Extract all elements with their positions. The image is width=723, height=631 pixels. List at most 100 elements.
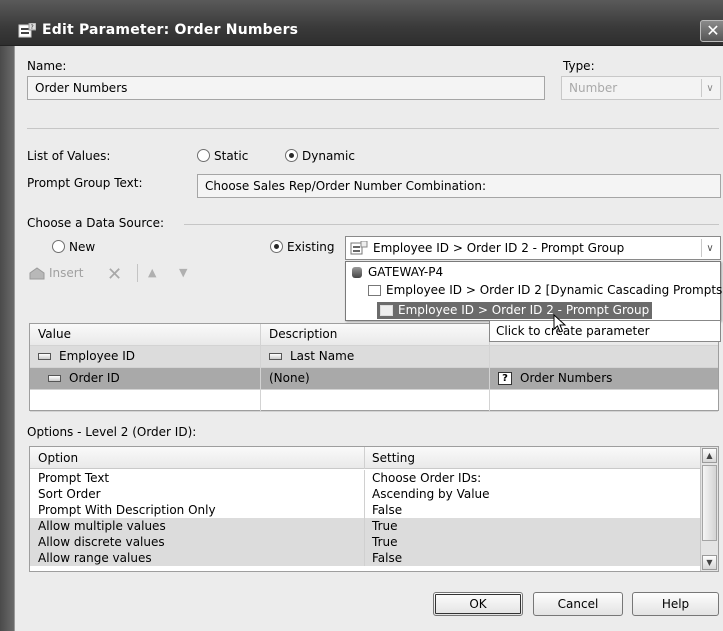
dynamic-radio-label: Dynamic: [302, 149, 355, 163]
dynamic-radio[interactable]: [285, 149, 298, 162]
type-select: Number ∨: [561, 76, 721, 100]
column-header-description[interactable]: Description: [261, 324, 490, 346]
option-setting[interactable]: Choose Order IDs:: [372, 470, 481, 486]
option-row[interactable]: Allow discrete values True: [30, 534, 700, 550]
prompts-item-label: Employee ID > Order ID 2 [Dynamic Cascad…: [386, 283, 723, 297]
parameter-icon: ?: [18, 23, 36, 38]
insert-button[interactable]: Insert: [29, 266, 83, 280]
cancel-button[interactable]: Cancel: [533, 592, 623, 616]
prompt-group-icon: [380, 305, 393, 316]
option-row[interactable]: Allow multiple values True: [30, 518, 700, 534]
prompt-group-item-label: Employee ID > Order ID 2 - Prompt Group: [398, 303, 650, 317]
static-radio[interactable]: [197, 149, 210, 162]
field-icon: [269, 353, 282, 360]
table-row[interactable]: [30, 390, 718, 412]
chevron-down-icon: ∨: [701, 79, 718, 97]
cell-text: Last Name: [290, 349, 355, 363]
prompt-group-icon: [350, 241, 368, 255]
prompt-group-field[interactable]: Choose Sales Rep/Order Number Combinatio…: [197, 174, 721, 198]
divider: [364, 447, 365, 469]
move-down-icon[interactable]: ▼: [179, 266, 187, 279]
window-frame: [0, 46, 14, 631]
grid-cell-value: Order ID: [30, 368, 261, 390]
cell-text: Employee ID: [59, 349, 136, 363]
grid-cell-description: [261, 390, 490, 412]
options-header-row: Option Setting: [30, 447, 700, 469]
scroll-down-icon[interactable]: ▼: [702, 555, 717, 570]
option-setting[interactable]: True: [372, 534, 398, 550]
options-scrollbar[interactable]: ▲ ▼: [700, 447, 718, 571]
new-radio[interactable]: [52, 240, 65, 253]
options-label: Options - Level 2 (Order ID):: [27, 425, 197, 439]
ok-button[interactable]: OK: [433, 592, 523, 616]
divider: [364, 550, 365, 566]
divider: [137, 264, 138, 282]
column-header-setting[interactable]: Setting: [372, 447, 415, 469]
name-label: Name:: [27, 59, 67, 73]
insert-label: Insert: [49, 266, 84, 280]
divider: [364, 518, 365, 534]
option-setting[interactable]: False: [372, 550, 402, 566]
option-name: Allow discrete values: [38, 535, 165, 549]
scroll-thumb[interactable]: [702, 465, 717, 541]
prompt-group-label: Prompt Group Text:: [27, 176, 143, 190]
name-field[interactable]: Order Numbers: [27, 76, 545, 100]
grid-cell-description: (None): [261, 368, 490, 390]
option-name: Allow range values: [38, 551, 152, 565]
title-bar: ? Edit Parameter: Order Numbers ✕: [0, 0, 723, 46]
data-source-value: Employee ID > Order ID 2 - Prompt Group: [373, 241, 625, 255]
column-header-value[interactable]: Value: [30, 324, 261, 346]
prompt-set-icon: [368, 285, 381, 296]
delete-icon[interactable]: ✕: [107, 264, 122, 285]
parameter-icon: ?: [498, 372, 512, 385]
static-radio-label: Static: [214, 149, 249, 163]
option-setting[interactable]: True: [372, 518, 398, 534]
options-grid: Option Setting Prompt Text Choose Order I…: [29, 446, 719, 572]
option-setting[interactable]: Ascending by Value: [372, 486, 490, 502]
option-name: Prompt With Description Only: [38, 503, 216, 517]
server-name: GATEWAY-P4: [368, 265, 444, 279]
grid-cell-value: Employee ID: [30, 346, 261, 368]
data-source-dropdown-list: GATEWAY-P4 Employee ID > Order ID 2 [Dyn…: [345, 261, 723, 321]
field-icon: [48, 375, 61, 382]
data-source-select[interactable]: Employee ID > Order ID 2 - Prompt Group …: [345, 236, 721, 260]
table-row[interactable]: Employee ID Last Name: [30, 346, 718, 368]
grid-cell-description: Last Name: [261, 346, 490, 368]
window-title: Edit Parameter: Order Numbers: [42, 22, 299, 38]
move-up-icon[interactable]: ▲: [148, 266, 156, 279]
option-setting[interactable]: False: [372, 502, 402, 518]
scroll-up-icon[interactable]: ▲: [702, 448, 717, 463]
database-icon: [352, 267, 362, 278]
grid-cell-parameter[interactable]: [490, 346, 718, 368]
option-row[interactable]: Allow range values False: [30, 550, 700, 566]
divider: [27, 128, 719, 129]
data-source-label: Choose a Data Source:: [27, 216, 165, 230]
prompt-group-value: Choose Sales Rep/Order Number Combinatio…: [205, 179, 486, 193]
mouse-cursor-icon: [553, 314, 567, 333]
table-row[interactable]: Order ID (None) ? Order Numbers: [30, 368, 718, 390]
grid-cell-value: [30, 390, 261, 412]
column-header-option[interactable]: Option: [38, 447, 78, 469]
chevron-down-icon[interactable]: ∨: [701, 239, 718, 257]
field-icon: [38, 353, 51, 360]
cell-text: Order Numbers: [520, 371, 613, 385]
new-radio-label: New: [69, 240, 96, 254]
type-value: Number: [569, 81, 618, 95]
option-row[interactable]: Prompt With Description Only False: [30, 502, 700, 518]
close-button[interactable]: ✕: [700, 20, 723, 42]
svg-text:?: ?: [31, 24, 34, 31]
help-button[interactable]: Help: [632, 592, 719, 616]
option-row[interactable]: Prompt Text Choose Order IDs:: [30, 470, 700, 486]
grid-cell-parameter[interactable]: ? Order Numbers: [490, 368, 718, 390]
prompts-item[interactable]: Employee ID > Order ID 2 [Dynamic Cascad…: [368, 283, 723, 297]
option-row[interactable]: Sort Order Ascending by Value: [30, 486, 700, 502]
divider: [364, 486, 365, 502]
server-item[interactable]: GATEWAY-P4: [352, 265, 443, 279]
prompt-group-item[interactable]: Employee ID > Order ID 2 - Prompt Group: [377, 302, 653, 319]
divider: [184, 224, 719, 225]
option-name: Prompt Text: [38, 471, 110, 485]
existing-radio[interactable]: [270, 240, 283, 253]
insert-icon: [29, 267, 45, 280]
cell-text: Order ID: [69, 371, 120, 385]
divider: [364, 534, 365, 550]
